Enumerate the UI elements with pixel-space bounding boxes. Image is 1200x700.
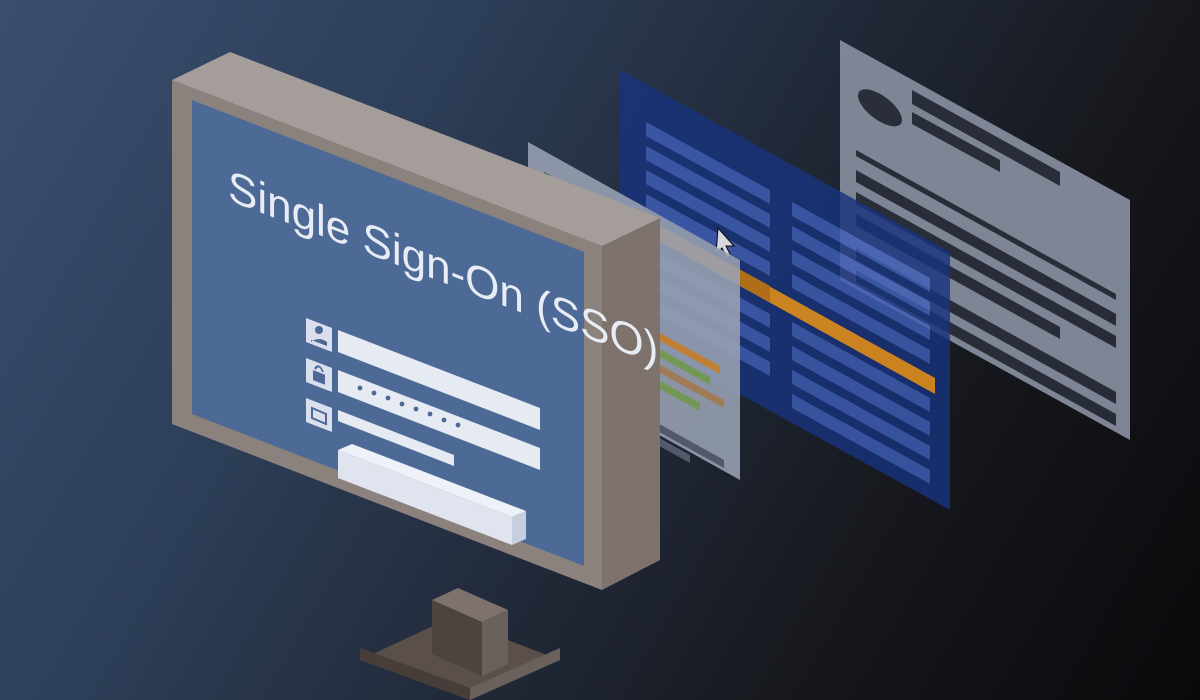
monitor: Single Sign-On (SSO) xyxy=(172,52,660,700)
sso-isometric-illustration: Single Sign-On (SSO) xyxy=(0,0,1200,700)
